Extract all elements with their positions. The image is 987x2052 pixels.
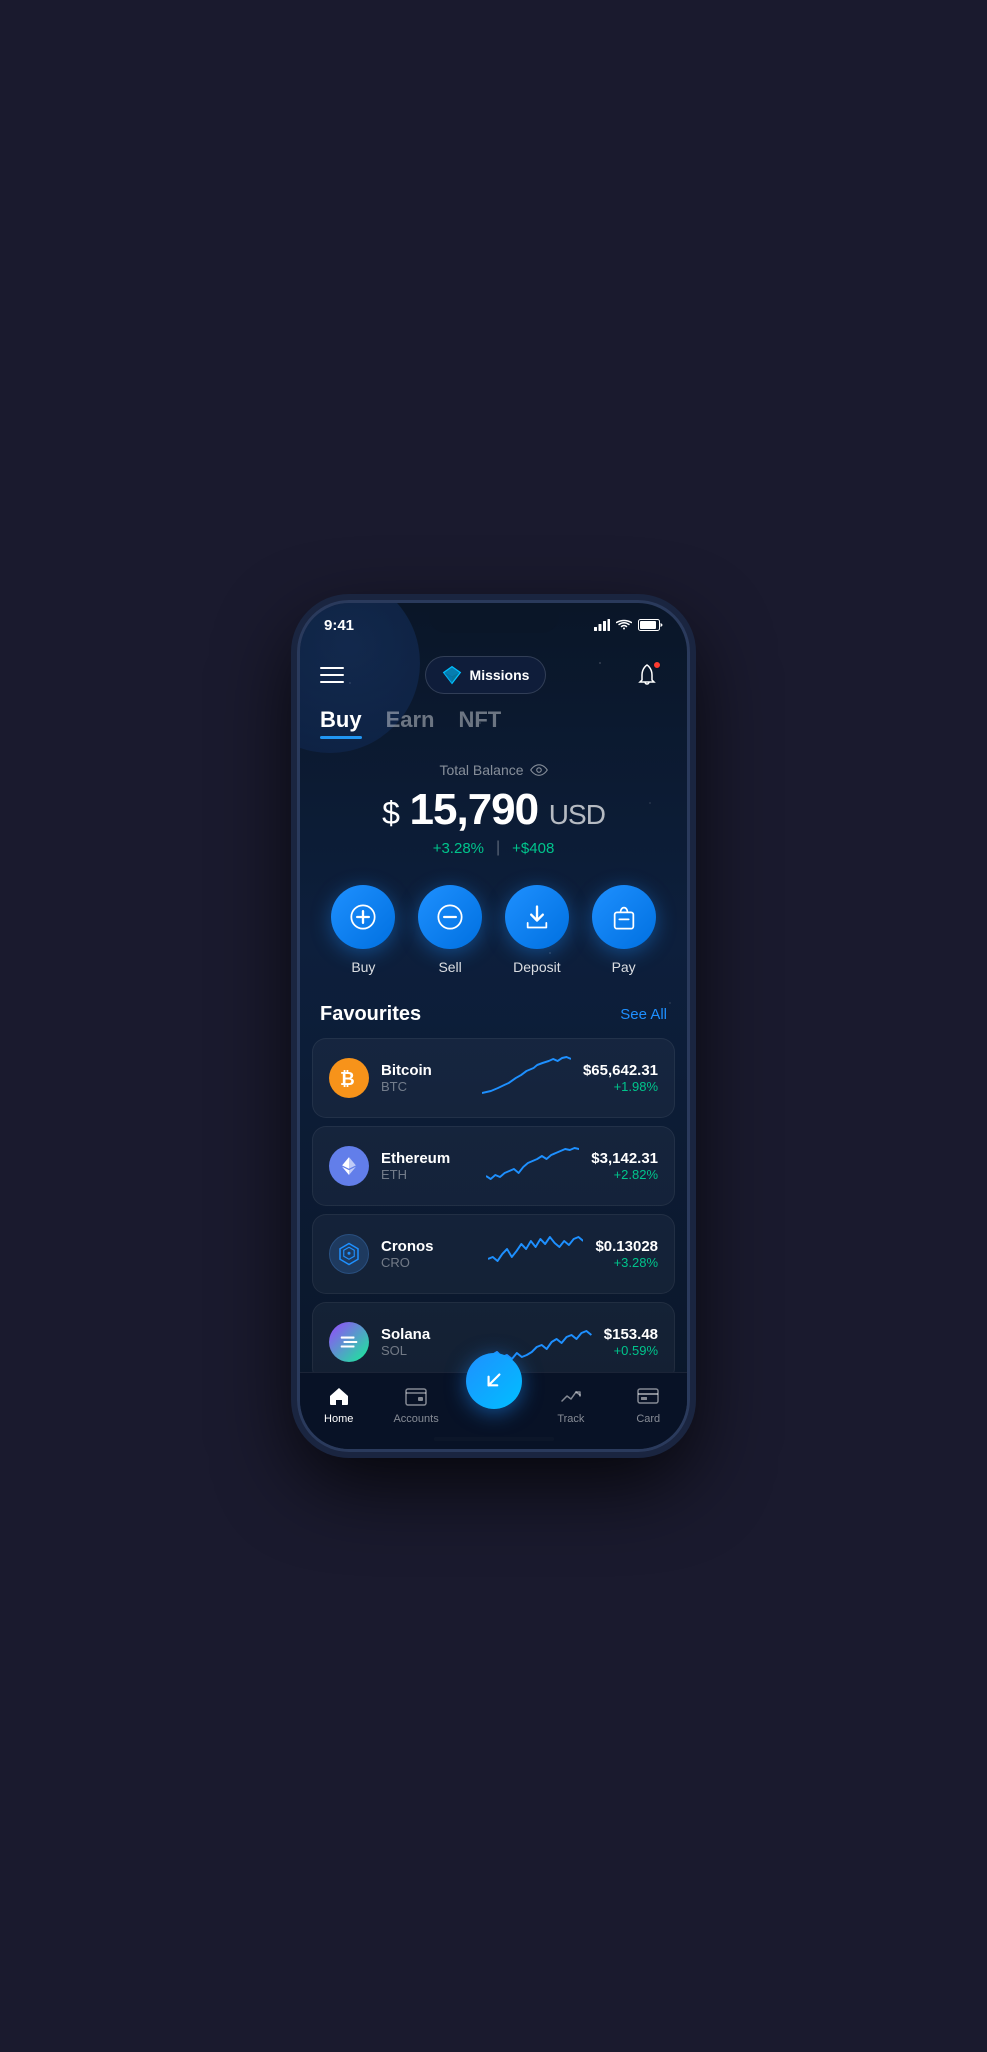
accounts-nav-icon bbox=[403, 1383, 429, 1409]
signal-icon bbox=[594, 619, 610, 631]
sol-logo bbox=[329, 1322, 369, 1362]
eth-price-info: $3,142.31 +2.82% bbox=[591, 1150, 658, 1182]
btc-info: Bitcoin BTC bbox=[381, 1062, 470, 1094]
status-time: 9:41 bbox=[324, 617, 354, 634]
phone-content: 9:41 bbox=[300, 603, 687, 1449]
see-all-button[interactable]: See All bbox=[620, 1006, 667, 1023]
nav-accounts[interactable]: Accounts bbox=[386, 1383, 446, 1425]
nav-track[interactable]: Track bbox=[541, 1383, 601, 1425]
balance-label: Total Balance bbox=[320, 761, 667, 779]
eye-icon bbox=[530, 761, 548, 779]
battery-icon bbox=[638, 619, 663, 631]
balance-section: Total Balance $ 15,790 USD +3.28% | +$40… bbox=[300, 753, 687, 877]
tab-nft[interactable]: NFT bbox=[458, 707, 501, 737]
crypto-item-cro[interactable]: Cronos CRO $0.13028 +3.28% bbox=[312, 1214, 675, 1294]
wallet-icon bbox=[404, 1384, 428, 1408]
favourites-title: Favourites bbox=[320, 1003, 421, 1026]
home-icon bbox=[327, 1384, 351, 1408]
notification-dot bbox=[653, 661, 661, 669]
btc-chart bbox=[482, 1053, 571, 1103]
phone-shell: 9:41 bbox=[297, 600, 690, 1452]
action-buttons: Buy Sell De bbox=[300, 877, 687, 995]
solana-icon bbox=[338, 1331, 360, 1353]
sell-icon bbox=[418, 885, 482, 949]
card-icon bbox=[636, 1384, 660, 1408]
eth-logo bbox=[329, 1146, 369, 1186]
notification-button[interactable] bbox=[627, 655, 667, 695]
cronos-icon bbox=[337, 1242, 361, 1266]
track-nav-label: Track bbox=[557, 1413, 584, 1425]
tab-buy[interactable]: Buy bbox=[320, 707, 362, 737]
balance-change: +3.28% | +$408 bbox=[320, 839, 667, 857]
download-icon bbox=[523, 903, 551, 931]
cro-logo bbox=[329, 1234, 369, 1274]
crypto-item-eth[interactable]: Ethereum ETH $3,142.31 +2.82% bbox=[312, 1126, 675, 1206]
plus-circle-icon bbox=[349, 903, 377, 931]
trade-icon bbox=[481, 1368, 507, 1394]
notch bbox=[429, 603, 559, 633]
bag-icon bbox=[610, 903, 638, 931]
accounts-nav-label: Accounts bbox=[393, 1413, 438, 1425]
eth-chart bbox=[486, 1141, 579, 1191]
missions-label: Missions bbox=[470, 667, 530, 683]
eth-info: Ethereum ETH bbox=[381, 1150, 474, 1182]
tab-bar: Buy Earn NFT bbox=[300, 707, 687, 753]
bottom-nav: Home Accounts bbox=[300, 1372, 687, 1449]
pay-button[interactable]: Pay bbox=[592, 885, 656, 975]
crypto-list: ₿ Bitcoin BTC $65,642.31 +1.98% bbox=[300, 1038, 687, 1372]
buy-icon bbox=[331, 885, 395, 949]
favourites-header: Favourites See All bbox=[300, 995, 687, 1038]
home-nav-icon bbox=[326, 1383, 352, 1409]
diamond-icon bbox=[442, 665, 462, 685]
cro-chart bbox=[488, 1229, 583, 1279]
sol-info: Solana SOL bbox=[381, 1326, 480, 1358]
minus-circle-icon bbox=[436, 903, 464, 931]
wifi-icon bbox=[616, 619, 632, 631]
card-nav-label: Card bbox=[636, 1413, 660, 1425]
sell-button[interactable]: Sell bbox=[418, 885, 482, 975]
home-nav-label: Home bbox=[324, 1413, 353, 1425]
btc-logo: ₿ bbox=[329, 1058, 369, 1098]
missions-button[interactable]: Missions bbox=[425, 656, 547, 694]
cro-price-info: $0.13028 +3.28% bbox=[595, 1238, 658, 1270]
hamburger-menu[interactable] bbox=[320, 667, 344, 683]
top-nav: Missions bbox=[300, 647, 687, 707]
nav-card[interactable]: Card bbox=[618, 1383, 678, 1425]
deposit-icon bbox=[505, 885, 569, 949]
tab-earn[interactable]: Earn bbox=[386, 707, 435, 737]
balance-amount: $ 15,790 USD bbox=[320, 785, 667, 835]
chart-icon bbox=[559, 1384, 583, 1408]
ethereum-icon bbox=[338, 1155, 360, 1177]
cro-info: Cronos CRO bbox=[381, 1238, 476, 1270]
pay-icon bbox=[592, 885, 656, 949]
buy-button[interactable]: Buy bbox=[331, 885, 395, 975]
trade-fab-button[interactable] bbox=[466, 1353, 522, 1409]
card-nav-icon bbox=[635, 1383, 661, 1409]
bitcoin-icon: ₿ bbox=[337, 1066, 361, 1090]
status-icons bbox=[594, 619, 663, 631]
sol-price-info: $153.48 +0.59% bbox=[604, 1326, 658, 1358]
svg-text:₿: ₿ bbox=[340, 1069, 355, 1089]
btc-price-info: $65,642.31 +1.98% bbox=[583, 1062, 658, 1094]
deposit-button[interactable]: Deposit bbox=[505, 885, 569, 975]
track-nav-icon bbox=[558, 1383, 584, 1409]
nav-home[interactable]: Home bbox=[309, 1383, 369, 1425]
crypto-item-btc[interactable]: ₿ Bitcoin BTC $65,642.31 +1.98% bbox=[312, 1038, 675, 1118]
